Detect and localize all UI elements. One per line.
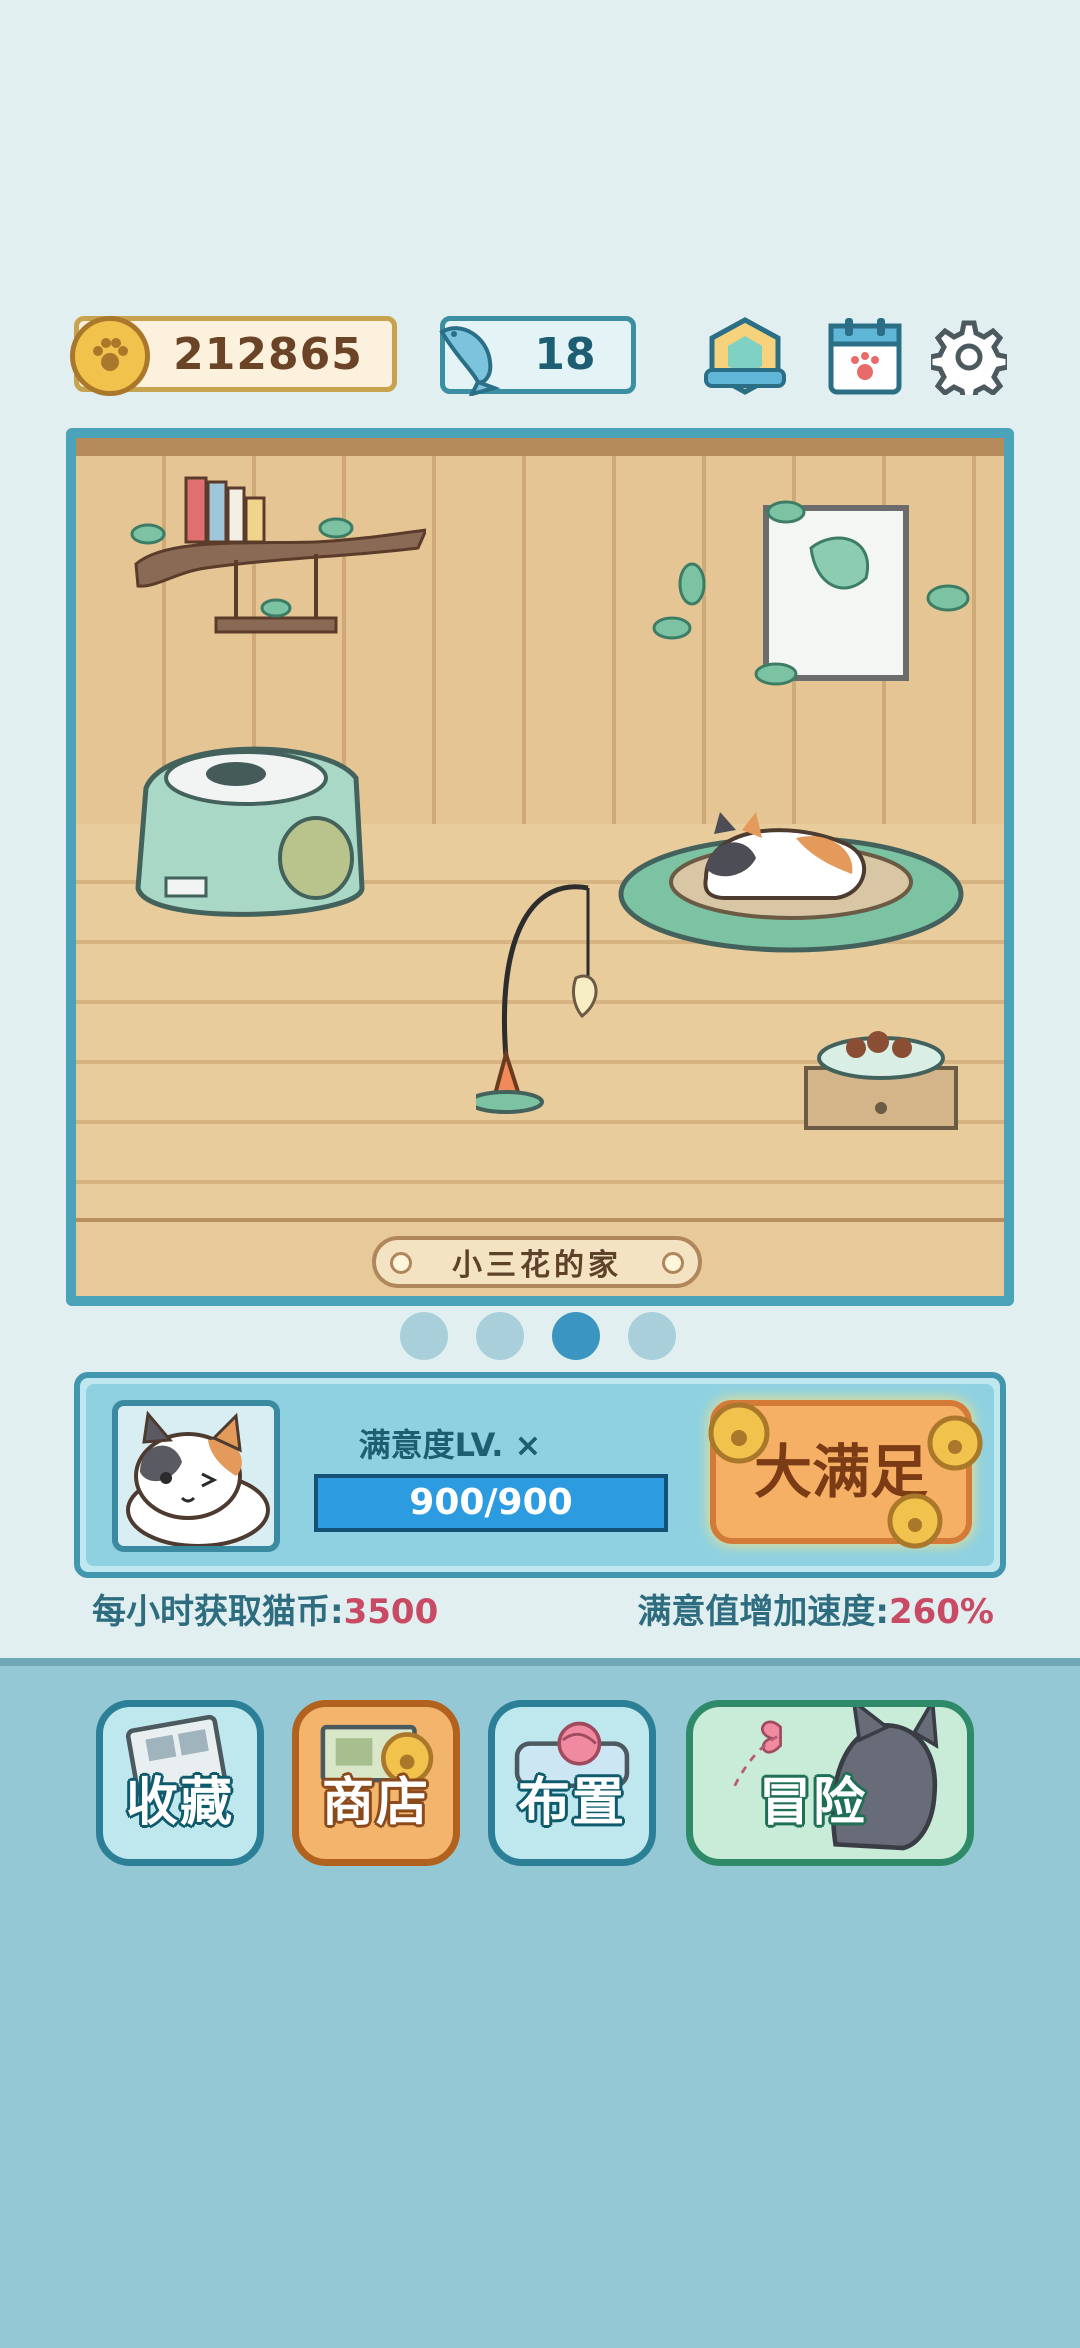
- cat-avatar[interactable]: [112, 1400, 280, 1552]
- progress-text: 900/900: [409, 1482, 573, 1523]
- great-satisfaction-button[interactable]: 大满足: [708, 1400, 983, 1549]
- page-dot[interactable]: [476, 1312, 524, 1360]
- nameplate-bolt: [390, 1252, 412, 1274]
- coin-icon: [927, 1415, 983, 1471]
- nameplate-bolt: [662, 1252, 684, 1274]
- satisfaction-speed-label: 满意值增加速度:: [637, 1592, 889, 1632]
- coin-icon: [887, 1493, 943, 1549]
- coin-value: 212865: [173, 329, 363, 380]
- cat-room-scene[interactable]: 小三花的家: [76, 438, 1004, 1296]
- satisfaction-level-title: 满意度LV. ×: [358, 1426, 542, 1464]
- food-bowl[interactable]: [796, 1018, 966, 1138]
- coin-icon: [708, 1402, 770, 1464]
- page-dot[interactable]: [628, 1312, 676, 1360]
- coins-per-hour-stat: 每小时获取猫币:3500: [92, 1584, 438, 1633]
- satisfaction-speed-stat: 满意值增加速度:260%: [637, 1584, 994, 1633]
- leaf-bed-with-cat[interactable]: [616, 798, 966, 958]
- satisfaction-progress-bar: 900/900: [314, 1474, 668, 1532]
- feather-toy[interactable]: [476, 868, 636, 1128]
- shop-label: 商店: [321, 1773, 430, 1833]
- adventure-label: 冒险: [758, 1773, 867, 1833]
- calendar-icon[interactable]: [820, 316, 910, 398]
- room-frame: 小三花的家: [66, 428, 1014, 1306]
- collection-label: 收藏: [125, 1773, 234, 1833]
- branch-shelf[interactable]: [126, 468, 426, 648]
- fish-icon: [432, 312, 504, 398]
- room-name: 小三花的家: [452, 1248, 622, 1283]
- litter-box[interactable]: [126, 728, 376, 938]
- wall-picture[interactable]: [636, 488, 976, 688]
- gear-icon[interactable]: [924, 316, 1014, 398]
- page-dot-active[interactable]: [552, 1312, 600, 1360]
- layout-button[interactable]: 布置: [488, 1700, 656, 1866]
- shop-button[interactable]: 商店: [292, 1700, 460, 1866]
- badge-icon[interactable]: [700, 316, 790, 398]
- satisfaction-speed-value: 260%: [888, 1592, 994, 1632]
- paw-coin-icon: [70, 316, 150, 396]
- fish-value: 18: [534, 329, 596, 380]
- layout-label: 布置: [517, 1773, 626, 1833]
- page-dot[interactable]: [400, 1312, 448, 1360]
- wall-trim: [76, 438, 1004, 456]
- coins-per-hour-label: 每小时获取猫币:: [92, 1592, 344, 1632]
- coins-per-hour-value: 3500: [343, 1592, 439, 1632]
- adventure-button[interactable]: 冒险: [686, 1700, 974, 1866]
- collection-button[interactable]: 收藏: [96, 1700, 264, 1866]
- room-nameplate[interactable]: 小三花的家: [372, 1236, 702, 1288]
